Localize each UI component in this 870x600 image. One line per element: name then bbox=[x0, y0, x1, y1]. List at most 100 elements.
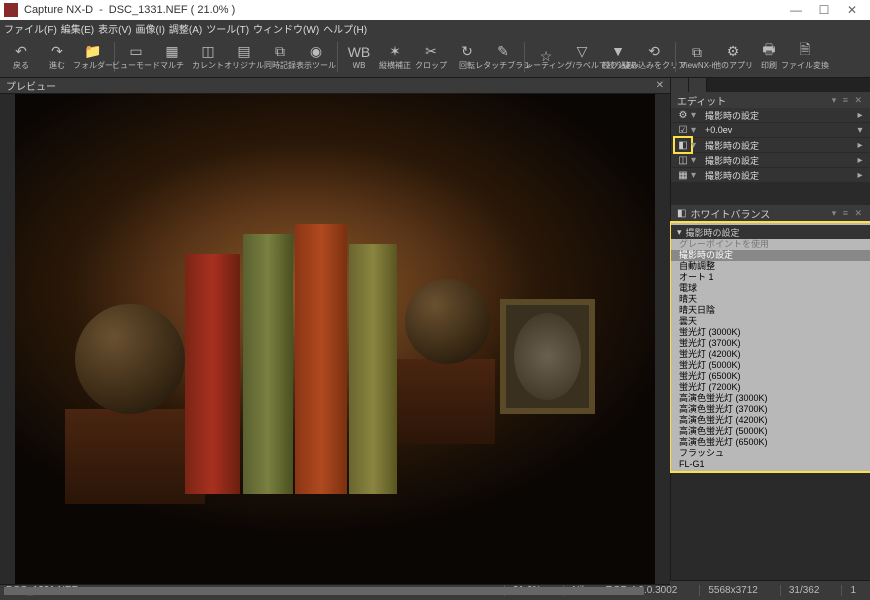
wb-option[interactable]: 電球 bbox=[671, 283, 870, 294]
chevron-down-icon: ▾ bbox=[691, 155, 703, 166]
wb-option[interactable]: オート 1 bbox=[671, 272, 870, 283]
row-icon: ☑ bbox=[675, 123, 691, 137]
tool-クロップ[interactable]: ✂クロップ bbox=[414, 38, 448, 76]
wb-option[interactable]: 蛍光灯 (7200K) bbox=[671, 382, 870, 393]
tool-label: マルチ bbox=[160, 60, 184, 71]
tool-WB[interactable]: WBWB bbox=[342, 38, 376, 76]
row-icon: ◧ bbox=[675, 138, 691, 152]
tool-label: 進む bbox=[49, 60, 65, 71]
tool-縦横補正[interactable]: ✶縦横補正 bbox=[378, 38, 412, 76]
tool-ビューモード[interactable]: ▭ビューモード bbox=[119, 38, 153, 76]
tool-label: レタッチブラシ bbox=[475, 60, 531, 71]
tool-label: 印刷 bbox=[761, 60, 777, 71]
wb-option[interactable]: 自動調整 bbox=[671, 261, 870, 272]
app-name: Capture NX-D bbox=[24, 4, 93, 16]
tool-icon: ✎ bbox=[497, 42, 509, 60]
tool-フォルダー[interactable]: 📁フォルダー bbox=[76, 38, 110, 76]
wb-option[interactable]: グレーポイントを使用 bbox=[671, 239, 870, 250]
minimize-button[interactable]: — bbox=[782, 3, 810, 17]
wb-option[interactable]: 高演色蛍光灯 (6500K) bbox=[671, 437, 870, 448]
tool-カレント[interactable]: ◫カレント bbox=[191, 38, 225, 76]
tool-絞り込みをクリア[interactable]: ⟲絞り込みをクリア bbox=[637, 38, 671, 76]
edit-row[interactable]: ◫▾撮影時の設定▸ bbox=[671, 153, 870, 168]
wb-option[interactable]: 蛍光灯 (5000K) bbox=[671, 360, 870, 371]
tool-icon: ▼ bbox=[611, 42, 625, 60]
horizontal-scrollbar[interactable] bbox=[0, 584, 670, 585]
tool-icon: ✂ bbox=[425, 42, 437, 60]
tool-マルチ[interactable]: ▦マルチ bbox=[155, 38, 189, 76]
tab-edit[interactable] bbox=[671, 78, 689, 92]
edit-row[interactable]: ▦▾撮影時の設定▸ bbox=[671, 168, 870, 183]
tool-label: 絞り込みをクリア bbox=[622, 60, 686, 71]
preview-header: プレビュー ✕ bbox=[0, 78, 670, 94]
menu-item[interactable]: ウィンドウ(W) bbox=[253, 21, 319, 36]
wb-option[interactable]: FL-G1 bbox=[671, 459, 870, 469]
preview-close-icon[interactable]: ✕ bbox=[656, 80, 664, 91]
close-button[interactable]: ✕ bbox=[838, 3, 866, 17]
preview-label: プレビュー bbox=[6, 78, 56, 93]
row-marker: ▸ bbox=[854, 155, 866, 166]
wb-dropdown-header[interactable]: ▾ 撮影時の設定 bbox=[671, 225, 870, 239]
wb-option-list: グレーポイントを使用撮影時の設定自動調整オート 1電球晴天晴天日陰曇天蛍光灯 (… bbox=[671, 239, 870, 469]
wb-option[interactable]: 蛍光灯 (6500K) bbox=[671, 371, 870, 382]
tool-icon: ⧉ bbox=[275, 42, 285, 60]
wb-option[interactable]: 蛍光灯 (4200K) bbox=[671, 349, 870, 360]
tool-icon: ▦ bbox=[165, 42, 178, 60]
tool-icon: ◉ bbox=[310, 42, 322, 60]
preview-canvas[interactable] bbox=[0, 94, 670, 584]
app-icon bbox=[4, 3, 18, 17]
row-marker: ▸ bbox=[854, 110, 866, 121]
wb-option[interactable]: フラッシュ bbox=[671, 448, 870, 459]
tool-ファイル変換[interactable]: 🗎ファイル変換 bbox=[788, 38, 822, 76]
status-dimensions: 5568x3712 bbox=[699, 585, 766, 596]
tool-戻る[interactable]: ↶戻る bbox=[4, 38, 38, 76]
menu-bar: ファイル(F) 編集(E) 表示(V) 画像(I) 調整(A) ツール(T) ウィンドウ(W… bbox=[0, 20, 870, 36]
row-icon: ⚙ bbox=[675, 108, 691, 122]
wb-panel-title: ◧ ホワイトバランス ▾ ≡ ✕ bbox=[671, 205, 870, 221]
menu-item[interactable]: ファイル(F) bbox=[4, 21, 57, 36]
menu-item[interactable]: 調整(A) bbox=[169, 21, 202, 36]
tool-ViewNX-i[interactable]: ⧉ViewNX-i bbox=[680, 38, 714, 76]
wb-option[interactable]: 曇天 bbox=[671, 316, 870, 327]
wb-option[interactable]: 晴天 bbox=[671, 294, 870, 305]
edit-row[interactable]: ⚙▾撮影時の設定▸ bbox=[671, 108, 870, 123]
tool-表示ツール[interactable]: ◉表示ツール bbox=[299, 38, 333, 76]
menu-item[interactable]: 画像(I) bbox=[135, 21, 164, 36]
menu-item[interactable]: 編集(E) bbox=[61, 21, 94, 36]
panel-controls[interactable]: ▾ ≡ ✕ bbox=[832, 95, 864, 106]
tool-label: 他のアプリ bbox=[713, 60, 753, 71]
tool-レタッチブラシ[interactable]: ✎レタッチブラシ bbox=[486, 38, 520, 76]
tool-オリジナル[interactable]: ▤オリジナル bbox=[227, 38, 261, 76]
row-label: +0.0ev bbox=[703, 125, 854, 135]
wb-option[interactable]: 晴天日陰 bbox=[671, 305, 870, 316]
wb-option[interactable]: 蛍光灯 (3700K) bbox=[671, 338, 870, 349]
wb-option[interactable]: 蛍光灯 (3000K) bbox=[671, 327, 870, 338]
wb-panel-controls[interactable]: ▾ ≡ ✕ bbox=[832, 208, 864, 219]
tool-label: ファイル変換 bbox=[781, 60, 829, 71]
panel-tabs[interactable] bbox=[671, 78, 870, 92]
tool-同時記録[interactable]: ⧉同時記録 bbox=[263, 38, 297, 76]
tool-icon: ▽ bbox=[577, 42, 588, 60]
wb-option[interactable]: 高演色蛍光灯 (3000K) bbox=[671, 393, 870, 404]
tool-icon: ↶ bbox=[15, 42, 27, 60]
status-counter: 31/362 bbox=[780, 585, 828, 596]
maximize-button[interactable]: ☐ bbox=[810, 3, 838, 17]
tool-進む[interactable]: ↷進む bbox=[40, 38, 74, 76]
tool-レーティング/ラベルで絞り込み[interactable]: ▽レーティング/ラベルで絞り込み bbox=[565, 38, 599, 76]
edit-row[interactable]: ☑▾+0.0ev▾ bbox=[671, 123, 870, 138]
wb-option[interactable]: 撮影時の設定 bbox=[671, 250, 870, 261]
menu-item[interactable]: ヘルプ(H) bbox=[323, 21, 367, 36]
wb-option[interactable]: 高演色蛍光灯 (5000K) bbox=[671, 426, 870, 437]
tool-label: クロップ bbox=[415, 60, 447, 71]
side-panel: エディット ▾ ≡ ✕ ⚙▾撮影時の設定▸☑▾+0.0ev▾◧▾撮影時の設定▸◫… bbox=[670, 78, 870, 580]
menu-item[interactable]: 表示(V) bbox=[98, 21, 131, 36]
edit-row[interactable]: ◧▾撮影時の設定▸ bbox=[671, 138, 870, 153]
tool-icon: ▤ bbox=[237, 42, 250, 60]
menu-item[interactable]: ツール(T) bbox=[206, 21, 249, 36]
wb-option[interactable]: 高演色蛍光灯 (3700K) bbox=[671, 404, 870, 415]
wb-option[interactable]: 高演色蛍光灯 (4200K) bbox=[671, 415, 870, 426]
tool-他のアプリ[interactable]: ⚙他のアプリ bbox=[716, 38, 750, 76]
tab-meta[interactable] bbox=[689, 78, 707, 92]
tool-label: オリジナル bbox=[224, 60, 264, 71]
chevron-down-icon: ▾ bbox=[691, 140, 703, 151]
